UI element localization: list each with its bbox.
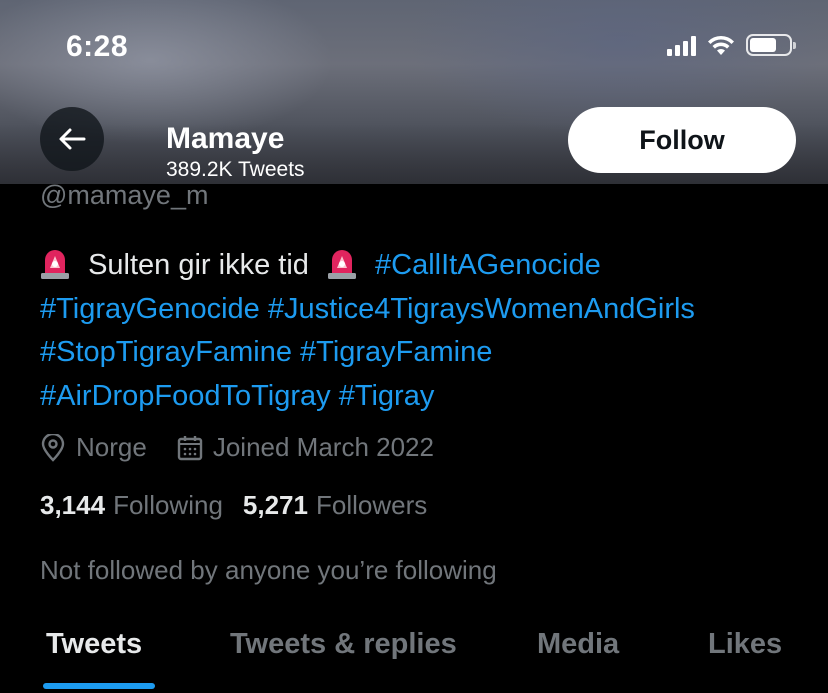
tab-tweets[interactable]: Tweets [46,628,142,661]
join-date-text: Joined March 2022 [212,432,434,462]
bio-text: Sulten gir ikke tid [88,249,309,281]
hashtag-link[interactable]: #Tigray [339,380,435,412]
cellular-signal-icon [667,34,696,56]
profile-meta: Norge Joined March 2022 [40,432,464,463]
hashtag-link[interactable]: #StopTigrayFamine [40,336,292,368]
tab-likes[interactable]: Likes [708,628,782,661]
profile-tabs: Tweets Tweets & replies Media Likes [0,620,828,693]
hashtag-link[interactable]: #Justice4TigraysWomenAndGirls [268,293,695,325]
battery-icon [746,34,796,56]
hashtag-link[interactable]: #AirDropFoodToTigray [40,380,331,412]
following-count: 3,144 [40,490,106,520]
back-button[interactable] [40,107,104,171]
profile-bio: Sulten gir ikke tid #CallItAGenocide #Ti… [40,244,800,418]
tab-media[interactable]: Media [537,628,619,661]
location-text: Norge [76,432,147,462]
follow-stats: 3,144 Following 5,271 Followers [40,490,447,521]
location-pin-icon [41,433,65,462]
profile-handle: @mamaye_m [40,180,209,210]
following-label: Following [113,490,223,520]
location: Norge [40,432,147,463]
active-tab-indicator [43,683,155,689]
arrow-left-icon [59,128,86,150]
police-light-icon [327,247,357,279]
status-icons [667,34,796,56]
header-tweet-count: 389.2K Tweets [166,158,305,181]
hashtag-link[interactable]: #CallItAGenocide [375,249,601,281]
followers-count: 5,271 [242,490,308,520]
hashtag-link[interactable]: #TigrayFamine [300,336,492,368]
follow-button[interactable]: Follow [568,107,796,173]
join-date: Joined March 2022 [177,432,434,463]
following-link[interactable]: 3,144 Following [40,490,223,521]
tab-tweets-replies[interactable]: Tweets & replies [230,628,457,661]
hashtag-link[interactable]: #TigrayGenocide [40,293,260,325]
followers-label: Followers [315,490,428,520]
wifi-icon [708,35,734,55]
header-display-name: Mamaye [166,122,285,155]
status-time: 6:28 [66,30,129,63]
calendar-icon [177,435,203,460]
mutual-followers-note: Not followed by anyone you’re following [40,555,497,585]
followers-link[interactable]: 5,271 Followers [243,490,427,521]
police-light-icon [40,247,70,279]
